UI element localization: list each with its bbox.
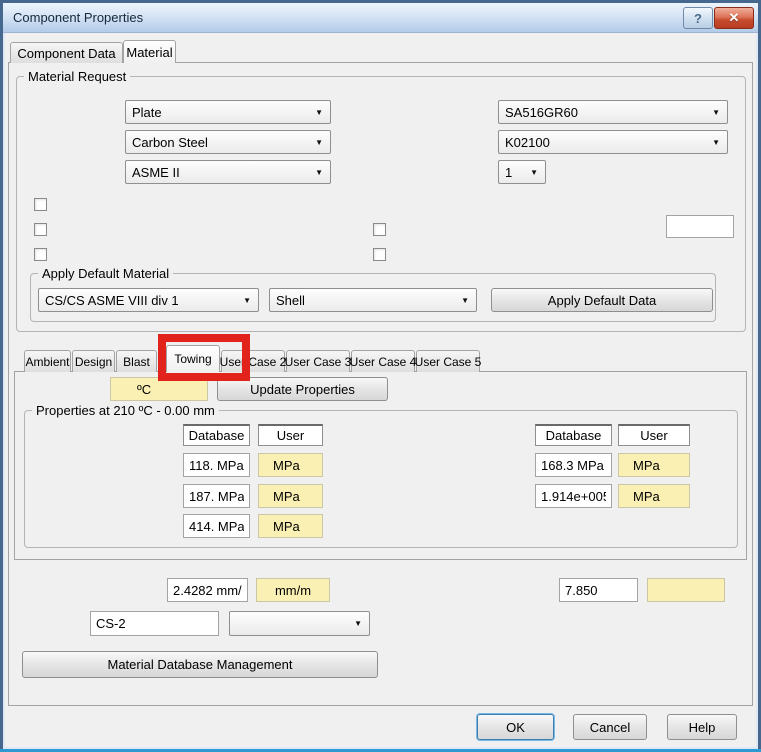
tab-design-label: Design (75, 355, 112, 369)
database-column-header-left: Database (183, 424, 250, 446)
material-normalized-checkbox[interactable] (34, 223, 47, 236)
chevron-down-icon: ▼ (712, 108, 727, 117)
product-select[interactable]: Plate ▼ (125, 100, 331, 124)
numeric-name-select[interactable]: K02100 ▼ (498, 130, 728, 154)
database-header-label: Database (546, 428, 602, 443)
material-request-legend: Material Request (24, 69, 130, 84)
modulus-of-elasticity-database-input[interactable] (535, 484, 612, 508)
chamber-value: 1 (505, 165, 512, 180)
specific-gravity-unit-input[interactable] (647, 578, 725, 602)
tab-user-case-5-label: User Case 5 (415, 355, 482, 369)
yield-stress-user-input[interactable] (258, 484, 323, 508)
close-icon[interactable]: ✕ (714, 7, 754, 29)
properties-legend: Properties at 210 ºC - 0.00 mm (32, 403, 219, 418)
product-value: Plate (132, 105, 162, 120)
apply-asme-note-checkbox[interactable] (34, 198, 47, 211)
class-select[interactable]: Carbon Steel ▼ (125, 130, 331, 154)
apply-default-material-legend: Apply Default Material (38, 266, 173, 281)
chevron-down-icon: ▼ (712, 138, 727, 147)
tab-towing[interactable]: Towing (166, 345, 220, 372)
chevron-down-icon: ▼ (461, 296, 476, 305)
norm-select[interactable]: ASME II ▼ (125, 160, 331, 184)
user-column-header-right: User (618, 424, 690, 446)
tab-component-data-label: Component Data (17, 46, 115, 61)
yield-stress-database-input[interactable] (183, 484, 250, 508)
tab-ambient-label: Ambient (25, 355, 69, 369)
tab-ambient[interactable]: Ambient (24, 350, 71, 372)
database-header-label: Database (189, 428, 245, 443)
class-value: Carbon Steel (132, 135, 208, 150)
curve-select[interactable]: ▼ (229, 611, 370, 636)
tab-design[interactable]: Design (72, 350, 115, 372)
case-temperature-unit-input[interactable] (110, 377, 208, 401)
title-bar[interactable]: Component Properties (3, 3, 758, 33)
use-ug20f-checkbox[interactable] (373, 248, 386, 261)
user-column-header-left: User (258, 424, 323, 446)
close-glyph: ✕ (729, 10, 740, 26)
user-header-label: User (277, 428, 304, 443)
chevron-down-icon: ▼ (530, 168, 545, 177)
tab-user-case-4-label: User Case 4 (350, 355, 417, 369)
tab-material[interactable]: Material (123, 40, 176, 63)
window-title: Component Properties (13, 10, 143, 25)
tab-blast[interactable]: Blast (116, 350, 157, 372)
impact-tested-checkbox[interactable] (373, 223, 386, 236)
exceptional-allowable-stress-user-input[interactable] (618, 453, 690, 477)
ok-button[interactable]: OK (477, 714, 554, 740)
tab-user-case-4[interactable]: User Case 4 (351, 350, 415, 372)
user-header-label: User (640, 428, 667, 443)
tab-user-case-2-label: User Case 2 (220, 355, 287, 369)
chevron-down-icon: ▼ (243, 296, 258, 305)
chevron-down-icon: ▼ (315, 138, 330, 147)
cancel-button[interactable]: Cancel (573, 714, 647, 740)
default-material-value: CS/CS ASME VIII div 1 (45, 293, 179, 308)
default-component-value: Shell (276, 293, 305, 308)
help-icon[interactable]: ? (683, 7, 713, 29)
update-properties-button[interactable]: Update Properties (217, 377, 388, 401)
thermal-expansion-input[interactable] (167, 578, 248, 602)
tensile-strength-user-input[interactable] (258, 514, 323, 538)
curve-input[interactable] (90, 611, 219, 636)
chevron-down-icon: ▼ (315, 108, 330, 117)
default-component-select[interactable]: Shell ▼ (269, 288, 477, 312)
tab-user-case-2[interactable]: User Case 2 (221, 350, 285, 372)
symbolic-name-value: SA516GR60 (505, 105, 578, 120)
apply-default-data-button[interactable]: Apply Default Data (491, 288, 713, 312)
exceptional-allowable-stress-database-input[interactable] (535, 453, 612, 477)
thermal-expansion-unit-input[interactable] (256, 578, 330, 602)
numeric-name-value: K02100 (505, 135, 550, 150)
tab-user-case-3[interactable]: User Case 3 (286, 350, 350, 372)
tensile-strength-database-input[interactable] (183, 514, 250, 538)
tab-user-case-3-label: User Case 3 (285, 355, 352, 369)
allowable-stress-user-input[interactable] (258, 453, 323, 477)
chamber-select[interactable]: 1▼ (498, 160, 546, 184)
help-glyph: ? (694, 11, 702, 26)
material-database-management-button[interactable]: Material Database Management (22, 651, 378, 678)
chevron-down-icon: ▼ (315, 168, 330, 177)
tab-blast-label: Blast (123, 355, 150, 369)
modulus-of-elasticity-user-input[interactable] (618, 484, 690, 508)
norm-value: ASME II (132, 165, 180, 180)
allowable-stress-database-input[interactable] (183, 453, 250, 477)
database-column-header-right: Database (535, 424, 612, 446)
tab-material-label: Material (126, 45, 172, 60)
fine-grain-checkbox[interactable] (34, 248, 47, 261)
component-properties-dialog: Component Properties ? ✕ Component Data … (0, 0, 761, 752)
chevron-down-icon: ▼ (354, 619, 369, 628)
specific-gravity-input[interactable] (559, 578, 638, 602)
tab-component-data[interactable]: Component Data (10, 42, 123, 63)
help-button[interactable]: Help (667, 714, 737, 740)
temperature-input[interactable] (666, 215, 734, 238)
tab-user-case-5[interactable]: User Case 5 (416, 350, 480, 372)
symbolic-name-select[interactable]: SA516GR60 ▼ (498, 100, 728, 124)
tab-towing-label: Towing (174, 352, 211, 366)
default-material-select[interactable]: CS/CS ASME VIII div 1 ▼ (38, 288, 259, 312)
